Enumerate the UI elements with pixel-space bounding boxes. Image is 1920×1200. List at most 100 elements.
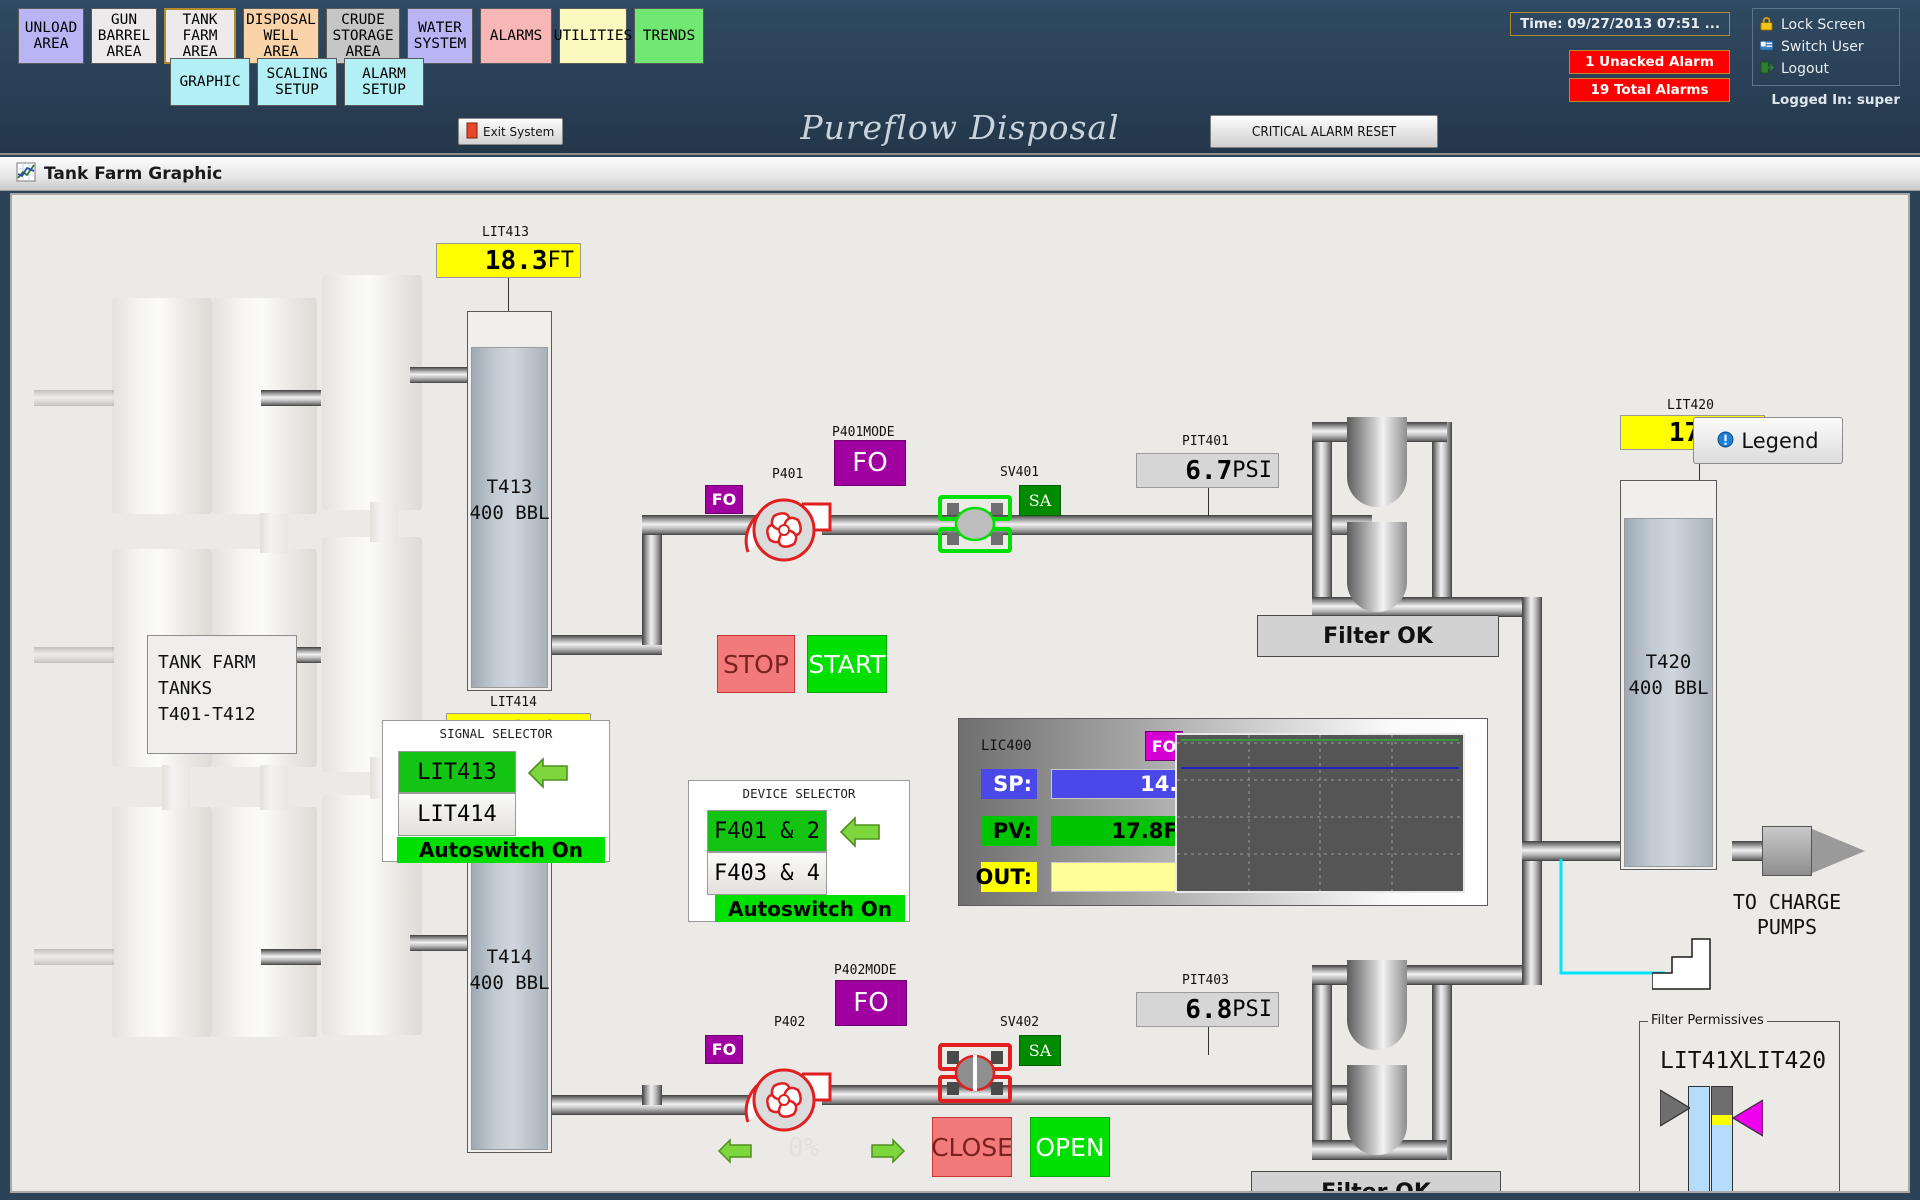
critical-alarm-reset-button[interactable]: CRITICAL ALARM RESET	[1210, 115, 1438, 148]
valve-sv401-icon[interactable]	[937, 495, 1015, 553]
valve-close-button[interactable]: CLOSE	[931, 1117, 1013, 1177]
p401-mode-box[interactable]: FO	[834, 440, 906, 486]
lit413-leader-line	[508, 278, 509, 311]
lock-screen-button[interactable]: Lock Screen	[1759, 14, 1893, 36]
pump-p402-icon[interactable]	[744, 1058, 832, 1132]
sv401-tag: SV401	[1000, 465, 1040, 480]
tank-t413-label: T413 400 BBL	[467, 475, 552, 526]
pump-start-button[interactable]: START	[807, 635, 887, 693]
tank-farm-note: TANK FARM TANKS T401-T412	[147, 635, 297, 754]
device-selector-arrow-icon	[839, 816, 880, 848]
device-autoswitch-status[interactable]: Autoswitch On	[715, 895, 905, 922]
nav-item-crude-storage-area[interactable]: CRUDE STORAGE AREA	[326, 8, 400, 64]
lic400-pv-label: PV:	[981, 816, 1037, 846]
graphic-icon	[16, 162, 36, 186]
farm-pipe-stub	[410, 935, 470, 951]
total-alarm-badge[interactable]: 19 Total Alarms	[1569, 78, 1730, 102]
filter-permissives-title: Filter Permissives	[1648, 1013, 1767, 1028]
nav-item-gun-barrel-area[interactable]: GUN BARREL AREA	[91, 8, 157, 64]
lic400-trend-chart[interactable]	[1175, 733, 1465, 893]
fperm-label-lit41x: LIT41X	[1660, 1048, 1744, 1074]
outlet-arrow	[1805, 826, 1865, 876]
valve-increase-arrow-icon[interactable]	[870, 1135, 906, 1167]
pit401-unit: PSI	[1232, 458, 1272, 483]
signal-option-lit414[interactable]: LIT414	[398, 793, 516, 836]
logout-icon	[1759, 60, 1775, 79]
lit413-value-box[interactable]: 18.3 FT	[436, 243, 581, 278]
tank-t413-name: T413	[486, 476, 533, 498]
sv402-state-badge[interactable]: SA	[1019, 1035, 1061, 1066]
farm-pipe-stub	[34, 647, 114, 663]
pit401-value-box[interactable]: 6.7 PSI	[1136, 453, 1279, 488]
tank-neck	[260, 513, 288, 553]
nav-sub-item-graphic[interactable]: GRAPHIC	[170, 58, 250, 106]
filter-permissives-panel: Filter Permissives LIT41X LIT420	[1639, 1013, 1840, 1191]
nav-item-tank-farm-area[interactable]: TANK FARM AREA	[164, 8, 236, 64]
pump-p401-icon[interactable]	[744, 490, 832, 562]
lit413-tag: LIT413	[482, 225, 529, 240]
nav-sub-item-alarm-setup[interactable]: ALARM SETUP	[344, 58, 424, 106]
to-charge-pumps-label: TO CHARGE PUMPS	[1732, 890, 1842, 939]
nav-item-alarms[interactable]: ALARMS	[480, 8, 552, 64]
nav-item-trends[interactable]: TRENDS	[634, 8, 704, 64]
nav-item-water-system[interactable]: WATER SYSTEM	[407, 8, 473, 64]
signal-autoswitch-status[interactable]: Autoswitch On	[397, 837, 605, 863]
logout-button[interactable]: Logout	[1759, 58, 1893, 80]
p402-badge[interactable]: FO	[705, 1035, 743, 1064]
tank-t420-name: T420	[1645, 651, 1692, 673]
p401-badge[interactable]: FO	[705, 485, 743, 514]
filter-pipe	[1432, 422, 1452, 617]
filter-status-lower[interactable]: Filter OK	[1251, 1171, 1501, 1191]
farm-pipe-stub	[34, 390, 114, 406]
pump-stop-button[interactable]: STOP	[717, 635, 795, 693]
pit403-value-box[interactable]: 6.8 PSI	[1136, 992, 1279, 1027]
device-option-f401[interactable]: F401 & 2	[707, 810, 827, 852]
nav-item-unload-area[interactable]: UNLOAD AREA	[18, 8, 84, 64]
farm-tank-cylinder	[212, 807, 317, 1037]
nav-item-utilities[interactable]: UTILITIES	[554, 8, 632, 64]
farm-pipe-stub	[34, 949, 114, 965]
pit401-leader-line	[1208, 488, 1209, 516]
legend-button[interactable]: Legend	[1693, 417, 1843, 464]
valve-decrease-arrow-icon[interactable]	[717, 1135, 753, 1167]
lic400-faceplate: LIC400 FO SP: 14.0 PV: 17.8FT OUT: 0	[958, 718, 1488, 906]
switch-user-icon	[1759, 38, 1774, 57]
nav-sub-item-scaling-setup[interactable]: SCALING SETUP	[257, 58, 337, 106]
fperm-bar-lit420-seg	[1712, 1087, 1732, 1115]
tank-farm-graphic-canvas: TANK FARM TANKS T401-T412 LIT413 18.3FT	[10, 193, 1910, 1193]
signal-option-lit413[interactable]: LIT413	[398, 751, 516, 793]
filter-vessel-upper-2	[1347, 960, 1407, 1050]
process-pipe	[642, 525, 662, 645]
sv401-state-badge[interactable]: SA	[1019, 485, 1061, 516]
nav-item-disposal-well-area[interactable]: DISPOSAL WELL AREA	[243, 8, 319, 64]
filter-status-upper[interactable]: Filter OK	[1257, 615, 1499, 657]
tank-neck	[162, 765, 190, 810]
process-pipe	[1522, 597, 1542, 985]
filter-vessel-upper	[1347, 417, 1407, 507]
p402-tag: P402	[774, 1015, 806, 1030]
device-option-f403[interactable]: F403 & 4	[707, 852, 827, 895]
switch-user-button[interactable]: Switch User	[1759, 36, 1893, 58]
fperm-label-lit420: LIT420	[1743, 1048, 1827, 1074]
tank-neck	[260, 765, 288, 810]
pit401-value: 6.7	[1185, 455, 1233, 486]
fperm-bar-lit420-setpoint	[1712, 1115, 1732, 1125]
signal-selector-arrow-icon	[527, 757, 568, 789]
valve-open-button[interactable]: OPEN	[1030, 1117, 1110, 1177]
valve-sv402-icon[interactable]	[937, 1043, 1015, 1103]
p402mode-tag: P402MODE	[834, 963, 897, 978]
farm-tank-cylinder	[112, 298, 212, 514]
window-title: Tank Farm Graphic	[44, 163, 223, 184]
valve-position-percent: 0%	[788, 1133, 820, 1163]
tank-t420-label: T420 400 BBL	[1620, 650, 1717, 701]
tank-t420-capacity: 400 BBL	[1628, 676, 1709, 699]
p402-mode-box[interactable]: FO	[835, 980, 907, 1026]
filter-pipe	[1312, 422, 1332, 617]
signal-selector-title: SIGNAL SELECTOR	[439, 726, 553, 741]
farm-tank-cylinder	[212, 298, 317, 514]
lock-screen-label: Lock Screen	[1781, 17, 1866, 33]
filter-vessel-lower-2	[1347, 1065, 1407, 1155]
unacked-alarm-badge[interactable]: 1 Unacked Alarm	[1569, 50, 1730, 74]
fperm-marker-lit41x-icon	[1660, 1089, 1690, 1127]
logout-label: Logout	[1781, 61, 1829, 77]
